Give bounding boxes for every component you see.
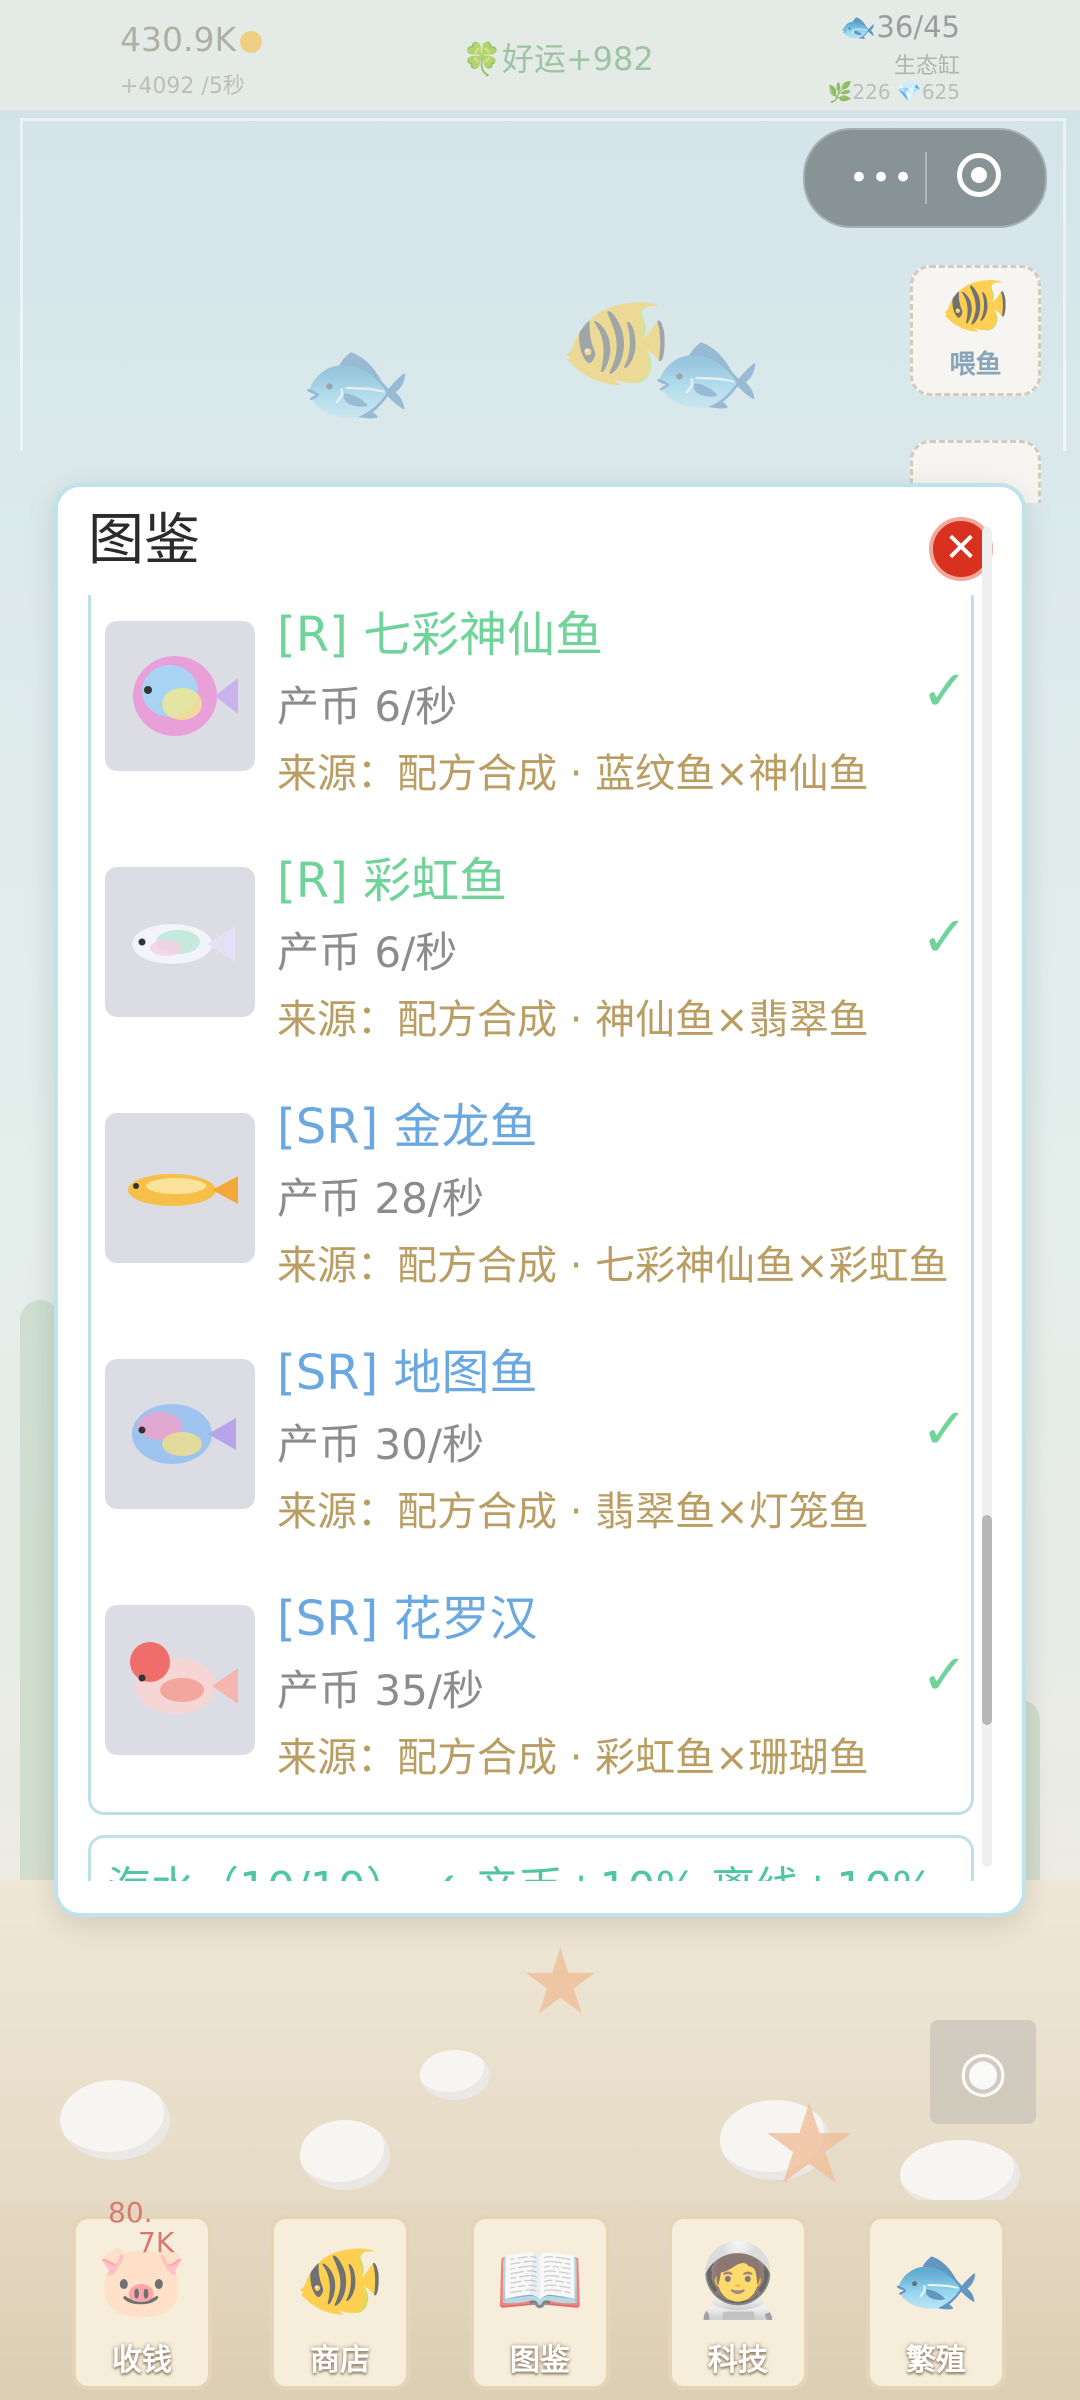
collected-check-icon: ✓ (921, 659, 968, 724)
fish-name: [SR] 地图鱼 (277, 1345, 538, 1401)
fish-name: [SR] 金龙鱼 (277, 1099, 538, 1155)
collected-check-icon: ✓ (921, 1643, 968, 1708)
list-item[interactable]: [SR] 花罗汉 产币 35/秒 来源：配方合成 · 彩虹鱼×珊瑚鱼 ✓ (91, 1579, 977, 1825)
fish-rate: 产币 35/秒 (277, 1666, 484, 1715)
fish-rate: 产币 30/秒 (277, 1420, 484, 1469)
list-item[interactable]: [R] 彩虹鱼 产币 6/秒 来源：配方合成 · 神仙鱼×翡翠鱼 ✓ (91, 841, 977, 1087)
fish-name: [R] 七彩神仙鱼 (277, 607, 604, 663)
scrollbar-thumb[interactable] (982, 1515, 992, 1725)
list-item[interactable]: [R] 七彩神仙鱼 产币 6/秒 来源：配方合成 · 蓝纹鱼×神仙鱼 ✓ (91, 595, 977, 841)
fish-source: 来源：配方合成 · 翡翠鱼×灯笼鱼 (277, 1489, 869, 1535)
group-title: 海水（10/10） ✓ 产币+10% 离线+10% (107, 1852, 934, 1881)
arowana-fish-icon (128, 1174, 238, 1206)
scrollbar[interactable] (982, 527, 992, 1867)
fish-rate: 产币 6/秒 (277, 928, 458, 977)
fish-name: [SR] 花罗汉 (277, 1591, 538, 1647)
fish-rate: 产币 6/秒 (277, 682, 458, 731)
discus-fish-icon (133, 656, 238, 736)
fish-thumbnail (105, 1359, 255, 1509)
fish-thumbnail (105, 867, 255, 1017)
oscar-fish-icon (132, 1404, 236, 1464)
dialog-title: 图鉴 (88, 508, 200, 573)
fish-thumbnail (105, 621, 255, 771)
fish-name: [R] 彩虹鱼 (277, 853, 508, 909)
collected-check-icon: ✓ (921, 1397, 968, 1462)
fish-source: 来源：配方合成 · 彩虹鱼×珊瑚鱼 (277, 1735, 869, 1781)
fish-source: 来源：配方合成 · 蓝纹鱼×神仙鱼 (277, 751, 869, 797)
list-item[interactable]: [SR] 金龙鱼 产币 28/秒 来源：配方合成 · 七彩神仙鱼×彩虹鱼 (91, 1087, 977, 1333)
flowerhorn-fish-icon (130, 1642, 238, 1714)
collected-check-icon: ✓ (921, 905, 968, 970)
fish-source: 来源：配方合成 · 神仙鱼×翡翠鱼 (277, 997, 869, 1043)
fish-group-header[interactable]: 海水（10/10） ✓ 产币+10% 离线+10% (88, 1835, 974, 1881)
fish-thumbnail (105, 1113, 255, 1263)
codex-list[interactable]: [R] 七彩神仙鱼 产币 6/秒 来源：配方合成 · 蓝纹鱼×神仙鱼 ✓ [R] (58, 595, 1022, 1881)
fish-rate: 产币 28/秒 (277, 1174, 484, 1223)
codex-dialog: 图鉴 ✕ [R] 七彩神仙鱼 产币 6/秒 来源：配方合成 · 蓝纹鱼×神仙鱼 (54, 483, 1026, 1917)
rainbow-fish-icon (132, 924, 235, 964)
fish-thumbnail (105, 1605, 255, 1755)
fish-group-card: [R] 七彩神仙鱼 产币 6/秒 来源：配方合成 · 蓝纹鱼×神仙鱼 ✓ [R] (88, 595, 974, 1815)
list-item[interactable]: [SR] 地图鱼 产币 30/秒 来源：配方合成 · 翡翠鱼×灯笼鱼 ✓ (91, 1333, 977, 1579)
fish-source: 来源：配方合成 · 七彩神仙鱼×彩虹鱼 (277, 1243, 949, 1289)
